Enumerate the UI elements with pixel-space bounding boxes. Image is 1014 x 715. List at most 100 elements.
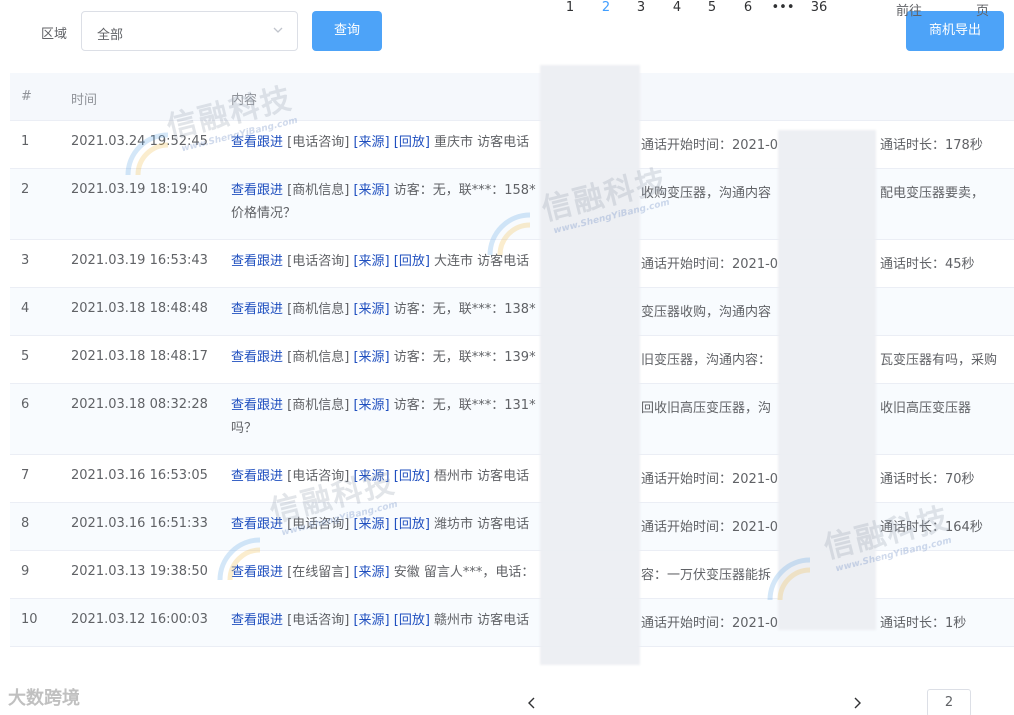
row-index: 8 [21,516,30,531]
row-detail-continued: 价格情况？ [231,206,297,221]
row-type: [电话咨询] [287,469,350,484]
row-index: 4 [21,301,30,316]
source-link[interactable]: [来源] [353,135,389,150]
row-detail-tail: 通话时长：1秒 [880,616,967,631]
view-followup-link[interactable]: 查看跟进 [231,183,283,198]
row-detail-tail: 收旧高压变压器 [880,401,972,416]
region-select[interactable]: 全部 [81,11,298,51]
view-followup-link[interactable]: 查看跟进 [231,469,283,484]
row-detail: 潍坊市 访客电话 [434,517,530,532]
row-detail-tail: 通话时长：45秒 [880,257,975,272]
row-detail-mid: 变压器收购，沟通内容 [641,305,772,320]
row-detail-mid: 通话开始时间：2021-0 [641,472,779,487]
playback-link[interactable]: [回放] [394,254,430,269]
goto-prefix: 前往 [896,4,923,19]
row-time: 2021.03.16 16:51:33 [71,516,208,531]
source-link[interactable]: [来源] [353,302,389,317]
row-detail: 梧州市 访客电话 [434,469,530,484]
playback-link[interactable]: [回放] [394,135,430,150]
view-followup-link[interactable]: 查看跟进 [231,613,283,628]
page-number[interactable]: 6 [733,0,763,22]
view-followup-link[interactable]: 查看跟进 [231,302,283,317]
playback-link[interactable]: [回放] [394,469,430,484]
source-link[interactable]: [来源] [353,350,389,365]
row-time: 2021.03.19 16:53:43 [71,253,208,268]
row-type: [电话咨询] [287,135,350,150]
chevron-down-icon [273,27,283,33]
chevron-right-icon[interactable] [851,696,863,710]
source-link[interactable]: [来源] [353,254,389,269]
page-ellipsis[interactable]: ••• [768,0,798,22]
row-detail-tail: 配电变压器要卖， [880,186,985,201]
goto-suffix: 页 [976,4,990,19]
row-type: [商机信息] [287,398,350,413]
table-header: # 时间 内容 [10,73,1014,121]
page-number[interactable]: 5 [697,0,727,22]
row-detail: 访客：无，联***：158* [393,183,536,198]
row-time: 2021.03.18 18:48:17 [71,349,208,364]
page-number[interactable]: 3 [626,0,656,22]
view-followup-link[interactable]: 查看跟进 [231,565,283,580]
privacy-blur-mask [778,130,876,630]
row-index: 2 [21,182,30,197]
row-time: 2021.03.19 18:19:40 [71,182,208,197]
row-time: 2021.03.16 16:53:05 [71,468,208,483]
source-link[interactable]: [来源] [353,517,389,532]
row-index: 1 [21,134,30,149]
header-content: 内容 [231,93,258,108]
row-detail: 重庆市 访客电话 [434,135,530,150]
page-number[interactable]: 4 [662,0,692,22]
source-link[interactable]: [来源] [353,565,389,580]
row-type: [在线留言] [287,565,350,580]
row-detail: 安徽 留言人***，电话： [393,565,535,580]
page-number[interactable]: 36 [804,0,834,22]
row-time: 2021.03.18 08:32:28 [71,397,208,412]
row-detail-mid: 通话开始时间：2021-0 [641,257,779,272]
row-detail: 访客：无，联***：139* [393,350,536,365]
playback-link[interactable]: [回放] [394,613,430,628]
row-index: 10 [21,612,38,627]
source-link[interactable]: [来源] [353,613,389,628]
row-type: [商机信息] [287,183,350,198]
page-number[interactable]: 1 [555,0,585,22]
row-detail-tail: 通话时长：164秒 [880,520,983,535]
row-detail-mid: 通话开始时间：2021-0 [641,520,779,535]
row-type: [电话咨询] [287,613,350,628]
view-followup-link[interactable]: 查看跟进 [231,254,283,269]
row-detail: 大连市 访客电话 [434,254,530,269]
source-link[interactable]: [来源] [353,183,389,198]
header-time: 时间 [71,93,98,108]
row-detail: 赣州市 访客电话 [434,613,530,628]
view-followup-link[interactable]: 查看跟进 [231,517,283,532]
page-number[interactable]: 2 [591,0,621,22]
chevron-left-icon[interactable] [526,696,538,710]
row-index: 3 [21,253,30,268]
row-index: 7 [21,468,30,483]
row-type: [商机信息] [287,302,350,317]
row-time: 2021.03.24 19:52:45 [71,134,208,149]
view-followup-link[interactable]: 查看跟进 [231,135,283,150]
row-index: 9 [21,564,30,579]
row-type: [电话咨询] [287,517,350,532]
row-time: 2021.03.12 16:00:03 [71,612,208,627]
row-detail-mid: 容：一万伏变压器能拆 [641,568,772,583]
row-detail-tail: 瓦变压器有吗，采购 [880,353,998,368]
row-detail-mid: 回收旧高压变压器，沟 [641,401,772,416]
playback-link[interactable]: [回放] [394,517,430,532]
row-type: [商机信息] [287,350,350,365]
row-index: 5 [21,349,30,364]
corner-brand-logo: 大数跨境 [8,688,80,709]
header-index: # [21,89,32,104]
source-link[interactable]: [来源] [353,469,389,484]
row-detail-tail: 通话时长：178秒 [880,138,983,153]
source-link[interactable]: [来源] [353,398,389,413]
row-time: 2021.03.13 19:38:50 [71,564,208,579]
view-followup-link[interactable]: 查看跟进 [231,350,283,365]
query-button[interactable]: 查询 [312,11,382,51]
goto-page-input[interactable]: 2 [927,689,971,715]
row-detail-mid: 旧变压器，沟通内容： [641,353,772,368]
view-followup-link[interactable]: 查看跟进 [231,398,283,413]
row-time: 2021.03.18 18:48:48 [71,301,208,316]
row-detail-mid: 通话开始时间：2021-0 [641,138,779,153]
row-detail-continued: 吗？ [231,421,258,436]
